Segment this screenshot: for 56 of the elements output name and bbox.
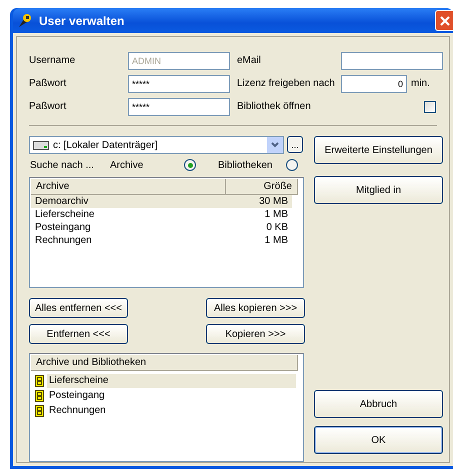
radio-button[interactable] xyxy=(184,159,196,171)
minutes-field[interactable]: 0 xyxy=(341,74,407,92)
radio-label: Bibliotheken xyxy=(218,160,274,170)
list-row[interactable]: Posteingang 0 KB xyxy=(31,221,292,234)
list-row[interactable]: Lieferscheine 1 MB xyxy=(31,208,292,221)
close-button[interactable] xyxy=(435,10,453,31)
archive-name: Lieferscheine xyxy=(34,208,96,221)
window-title: User verwalten xyxy=(39,14,126,28)
dropdown-button[interactable] xyxy=(267,137,283,153)
archive-size: 1 MB xyxy=(264,234,289,247)
field-label: Username xyxy=(29,55,76,66)
unit-label: min. xyxy=(411,78,431,89)
archive-name: Posteingang xyxy=(34,221,92,234)
password-field[interactable]: ***** xyxy=(128,74,230,92)
password-field[interactable]: ***** xyxy=(128,98,230,116)
email-field[interactable] xyxy=(341,52,443,70)
cancel-button[interactable]: Abbruch xyxy=(314,390,443,418)
checkbox[interactable] xyxy=(424,100,436,112)
drive-value: c: [Lokaler Datenträger] xyxy=(53,140,158,150)
list-row[interactable]: Demoarchiv 30 MB xyxy=(31,195,292,208)
field-label: Lizenz freigeben nach xyxy=(237,78,336,89)
ok-button[interactable]: OK xyxy=(314,426,443,454)
browse-button[interactable]: ... xyxy=(287,136,303,153)
move-button[interactable]: Kopieren >>> xyxy=(206,324,305,344)
move-button[interactable]: Alles kopieren >>> xyxy=(206,298,305,318)
side-button[interactable]: Mitglied in xyxy=(314,176,443,204)
library-item[interactable]: Lieferscheine xyxy=(47,374,296,388)
field-label: Paßwort xyxy=(29,101,68,112)
drive-dropdown[interactable]: c: [Lokaler Datenträger] xyxy=(29,136,284,154)
side-button[interactable]: Erweiterte Einstellungen xyxy=(314,136,443,164)
cabinet-icon xyxy=(35,404,44,416)
radio-label: Archive xyxy=(110,160,144,170)
cabinet-icon xyxy=(35,390,44,402)
library-item[interactable]: Posteingang xyxy=(47,388,296,402)
column-header[interactable]: Archive xyxy=(31,179,226,194)
cabinet-icon xyxy=(35,374,44,386)
list-row[interactable]: Rechnungen 1 MB xyxy=(31,234,292,247)
search-label: Suche nach ... xyxy=(30,160,95,170)
field-label: Paßwort xyxy=(29,78,68,89)
close-icon xyxy=(438,14,450,26)
app-icon xyxy=(17,12,33,28)
field-label: Bibliothek öffnen xyxy=(237,101,312,112)
drive-icon xyxy=(33,140,49,150)
archive-name: Demoarchiv xyxy=(34,195,90,208)
radio-button[interactable] xyxy=(286,159,298,171)
archive-size: 30 MB xyxy=(258,195,289,208)
field-label: eMail xyxy=(237,55,262,66)
column-header[interactable]: Archive und Bibliotheken xyxy=(31,355,298,370)
move-button[interactable]: Alles entfernen <<< xyxy=(29,298,128,318)
column-header[interactable]: Größe xyxy=(226,179,298,194)
library-item[interactable]: Rechnungen xyxy=(47,404,296,418)
archive-size: 0 KB xyxy=(265,221,289,234)
archive-name: Rechnungen xyxy=(34,234,93,247)
move-button[interactable]: Entfernen <<< xyxy=(29,324,128,344)
archive-size: 1 MB xyxy=(264,208,289,221)
chevron-down-icon xyxy=(271,142,279,148)
